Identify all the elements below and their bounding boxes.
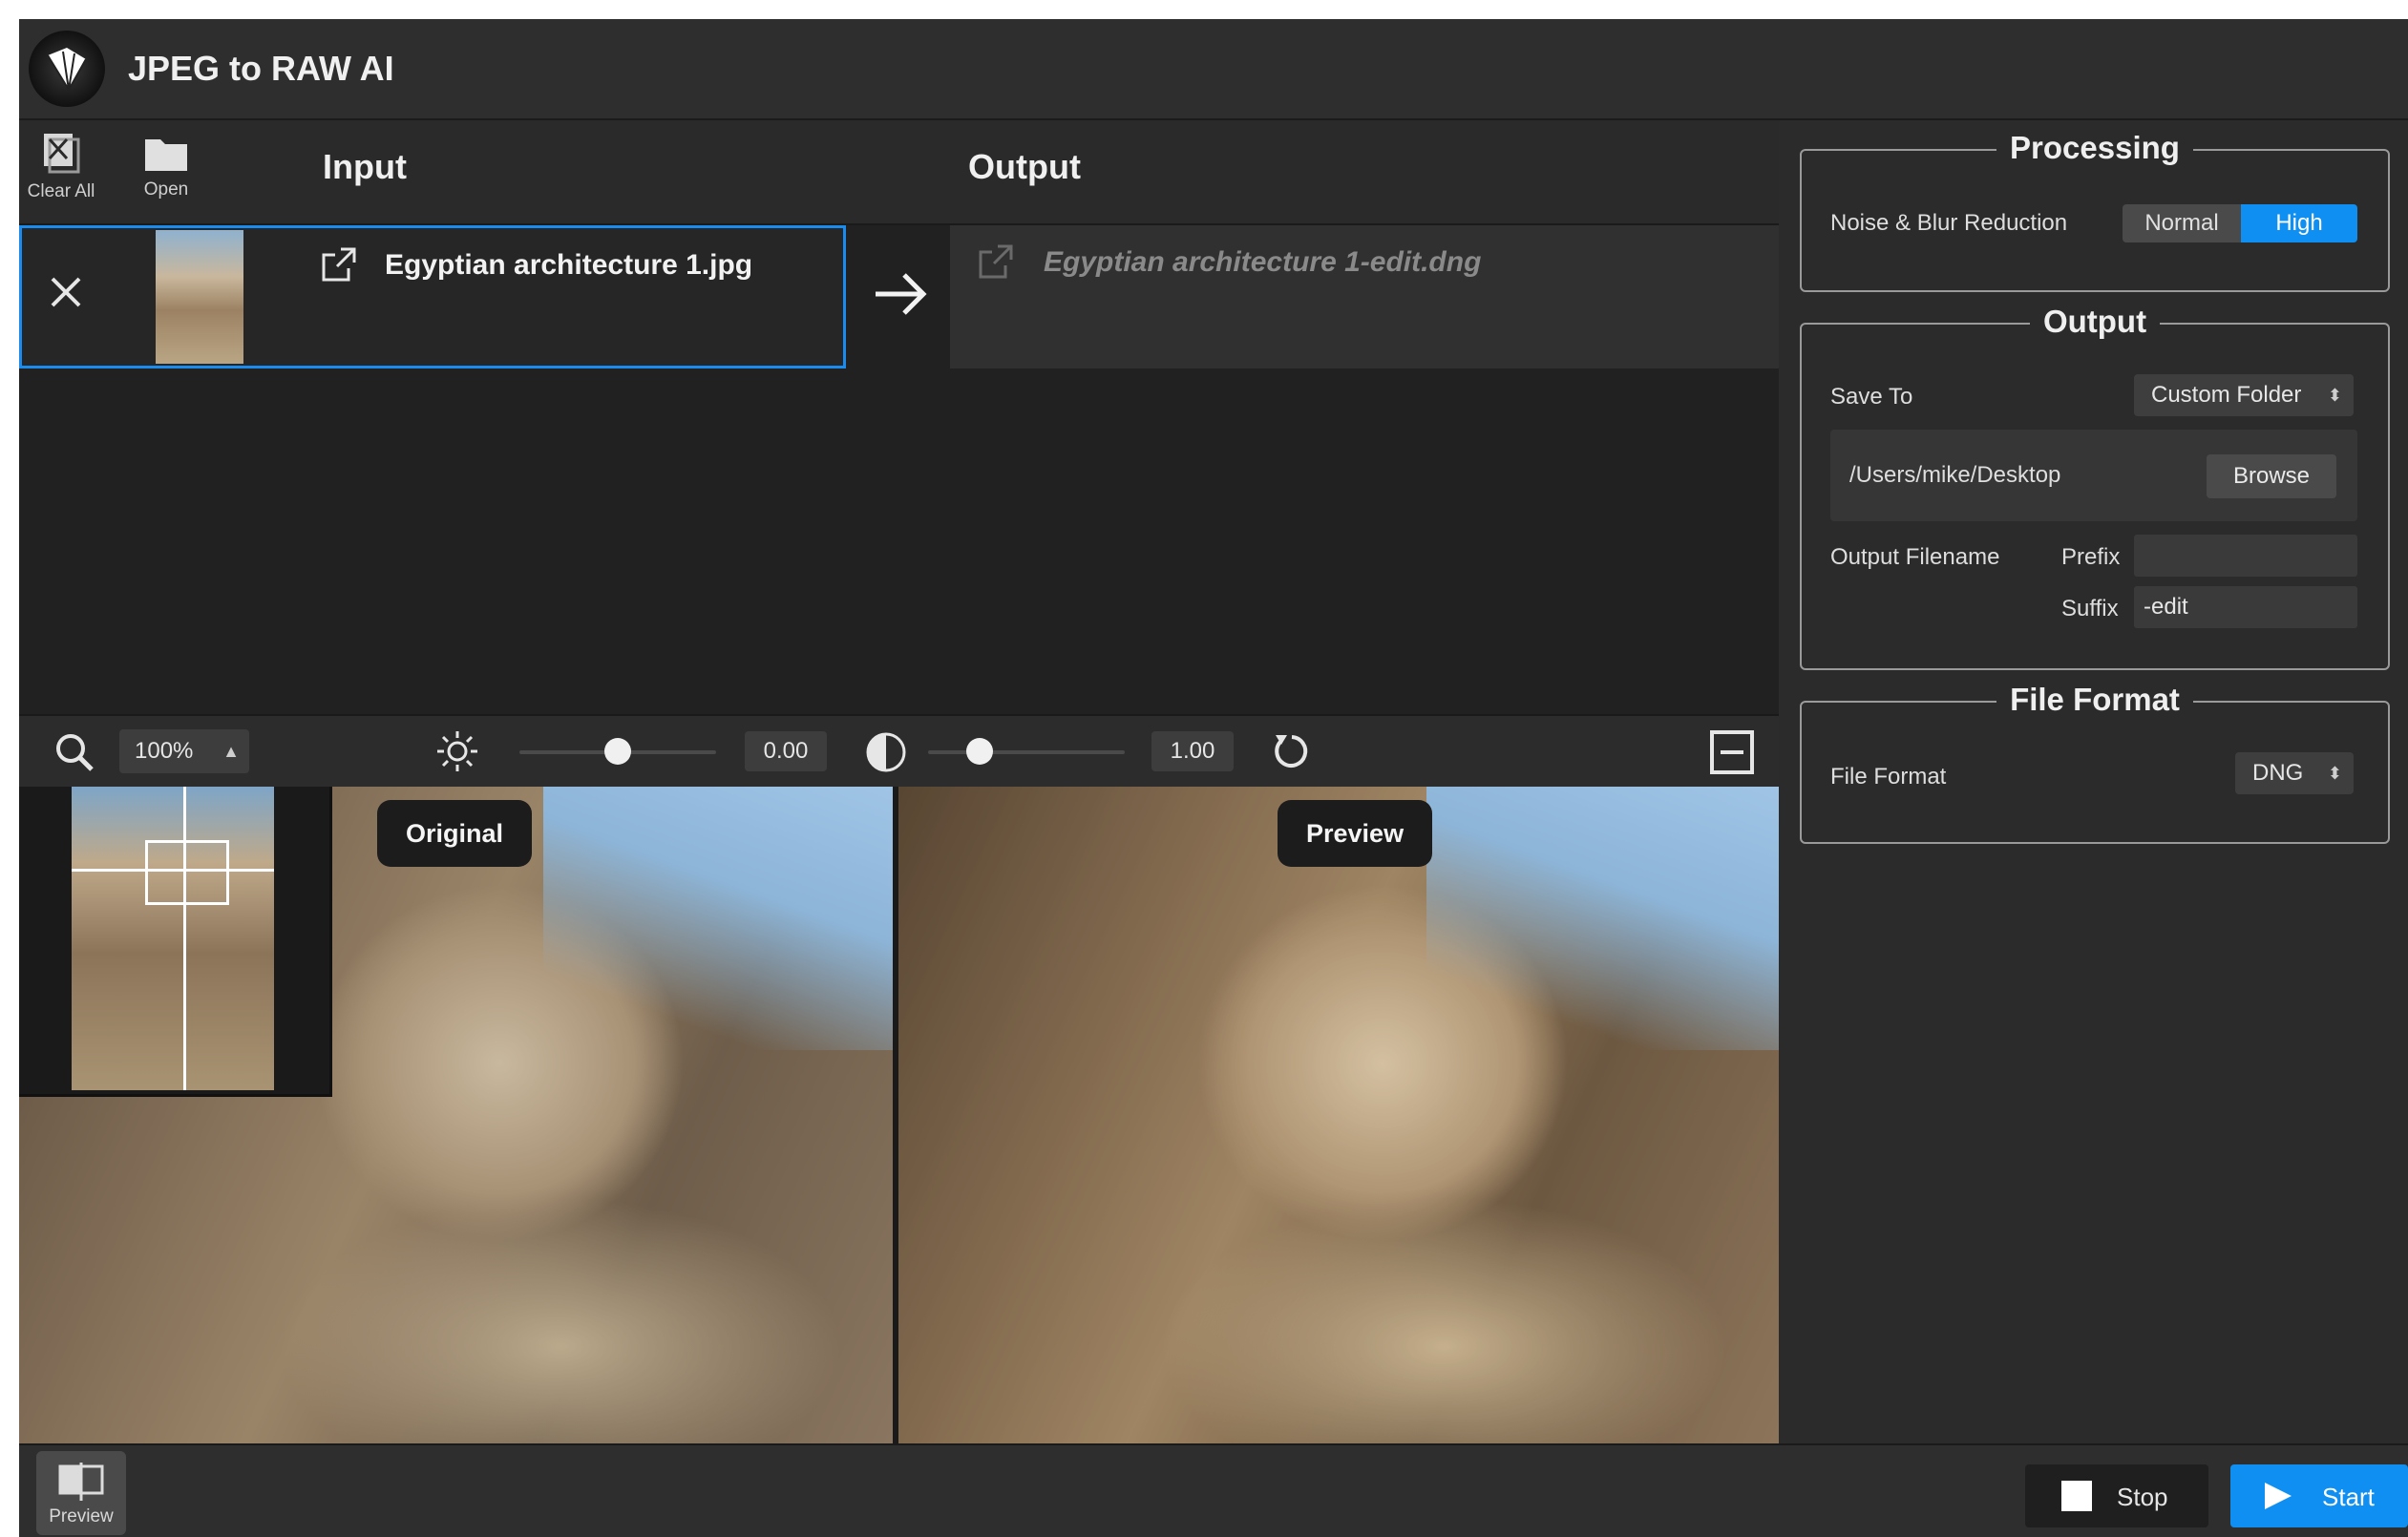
reset-icon[interactable]	[1270, 729, 1314, 773]
output-column-header: Output	[968, 147, 1081, 186]
stop-label: Stop	[2117, 1483, 2168, 1511]
preview-toggle-button[interactable]: Preview	[36, 1451, 126, 1535]
bottom-bar: Preview Stop Start	[19, 1443, 2408, 1537]
suffix-label: Suffix	[2061, 596, 2119, 621]
stepper-arrows-icon[interactable]: ▲	[222, 729, 240, 773]
preview-pane[interactable]: Preview	[898, 787, 1779, 1445]
output-file-name: Egyptian architecture 1-edit.dng	[1044, 246, 1482, 278]
split-preview-icon	[58, 1463, 104, 1501]
output-group: Output Save To Custom Folder ⬍ /Users/mi…	[1800, 304, 2390, 670]
file-toolbar: Clear All Open Input Output	[19, 120, 1779, 225]
select-arrows-icon: ⬍	[2327, 386, 2342, 405]
zoom-stepper[interactable]: 100% ▲	[119, 729, 249, 773]
exposure-slider-handle[interactable]	[604, 738, 631, 765]
play-icon	[2265, 1483, 2292, 1509]
preview-label: Preview	[1278, 800, 1433, 867]
save-to-value: Custom Folder	[2151, 382, 2302, 408]
processing-title-wrap: Processing	[1802, 130, 2388, 166]
save-to-select[interactable]: Custom Folder ⬍	[2134, 374, 2354, 416]
settings-sidebar: Processing Noise & Blur Reduction Normal…	[1781, 120, 2408, 1445]
prefix-input[interactable]	[2134, 535, 2357, 577]
file-format-value: DNG	[2252, 760, 2304, 786]
open-external-icon[interactable]	[320, 245, 358, 284]
start-button[interactable]: Start	[2230, 1464, 2408, 1527]
original-label: Original	[377, 800, 533, 867]
close-icon	[51, 277, 81, 307]
sky-area	[1426, 787, 1779, 1050]
output-file-cell: Egyptian architecture 1-edit.dng	[950, 225, 1779, 368]
original-pane[interactable]: Original	[19, 787, 893, 1445]
normal-option[interactable]: Normal	[2123, 204, 2241, 242]
file-format-title-wrap: File Format	[1802, 682, 2388, 718]
navigator-viewport-box[interactable]	[145, 840, 229, 905]
suffix-input[interactable]	[2134, 586, 2357, 628]
processing-group: Processing Noise & Blur Reduction Normal…	[1800, 130, 2390, 292]
clear-all-label: Clear All	[27, 181, 95, 201]
app-window: JPEG to RAW AI Clear All Open Input Outp…	[19, 19, 2408, 1537]
file-thumbnail	[156, 230, 243, 364]
zoom-icon[interactable]	[53, 731, 95, 773]
file-format-group: File Format File Format DNG ⬍	[1800, 682, 2390, 844]
noise-reduction-label: Noise & Blur Reduction	[1830, 210, 2068, 236]
collapse-panel-icon[interactable]	[1709, 729, 1755, 775]
contrast-slider[interactable]	[928, 750, 1125, 754]
open-button[interactable]: Open	[128, 132, 204, 214]
diamond-logo-icon	[47, 48, 87, 91]
navigator-crosshair-vertical	[183, 787, 186, 1090]
output-title-wrap: Output	[1802, 304, 2388, 340]
clear-all-icon	[44, 134, 80, 174]
file-row[interactable]: Egyptian architecture 1.jpg Egyptian arc…	[19, 225, 1779, 368]
exposure-value[interactable]: 0.00	[745, 731, 827, 771]
contrast-icon	[866, 732, 906, 772]
zoom-value: 100%	[135, 738, 194, 764]
high-option[interactable]: High	[2241, 204, 2357, 242]
open-external-icon-disabled	[979, 244, 1013, 279]
sky-area	[543, 787, 893, 1050]
input-file-name: Egyptian architecture 1.jpg	[385, 249, 753, 281]
browse-button[interactable]: Browse	[2207, 454, 2336, 498]
main-area: Clear All Open Input Output Egyptian arc…	[19, 120, 1779, 1445]
start-label: Start	[2322, 1483, 2375, 1511]
contrast-slider-handle[interactable]	[965, 738, 993, 765]
output-filename-label: Output Filename	[1830, 544, 2000, 570]
title-bar: JPEG to RAW AI	[19, 19, 2408, 120]
select-arrows-icon: ⬍	[2327, 764, 2342, 783]
folder-icon	[145, 139, 187, 171]
app-title: JPEG to RAW AI	[128, 49, 394, 88]
clear-all-button[interactable]: Clear All	[23, 132, 99, 214]
stop-button[interactable]: Stop	[2025, 1464, 2208, 1527]
exposure-icon	[437, 731, 477, 771]
processing-title: Processing	[1996, 130, 2193, 165]
stop-icon	[2061, 1481, 2092, 1511]
preview-toggle-label: Preview	[49, 1506, 114, 1526]
open-label: Open	[143, 179, 189, 200]
navigator-thumbnail[interactable]	[19, 787, 332, 1097]
output-title: Output	[2029, 304, 2161, 339]
navigator-image	[72, 787, 274, 1090]
noise-reduction-toggle[interactable]: Normal High	[2123, 204, 2357, 242]
file-format-label: File Format	[1830, 764, 1947, 790]
contrast-value[interactable]: 1.00	[1151, 731, 1234, 771]
output-path: /Users/mike/Desktop	[1849, 462, 2061, 488]
input-file-cell[interactable]: Egyptian architecture 1.jpg	[19, 225, 846, 368]
file-format-select[interactable]: DNG ⬍	[2235, 752, 2354, 794]
save-to-label: Save To	[1830, 384, 1913, 410]
remove-file-button[interactable]	[37, 266, 95, 324]
comparison-view[interactable]: Original Preview	[19, 787, 1779, 1445]
arrow-right-glyph	[876, 273, 927, 315]
input-column-header: Input	[323, 147, 407, 186]
preview-toolbar: 100% ▲ 0.00 1.00	[19, 714, 1779, 789]
file-format-title: File Format	[1996, 682, 2193, 717]
path-box: /Users/mike/Desktop Browse	[1830, 430, 2357, 521]
app-logo	[29, 31, 105, 107]
arrow-right-icon	[867, 263, 934, 330]
prefix-label: Prefix	[2061, 544, 2121, 570]
